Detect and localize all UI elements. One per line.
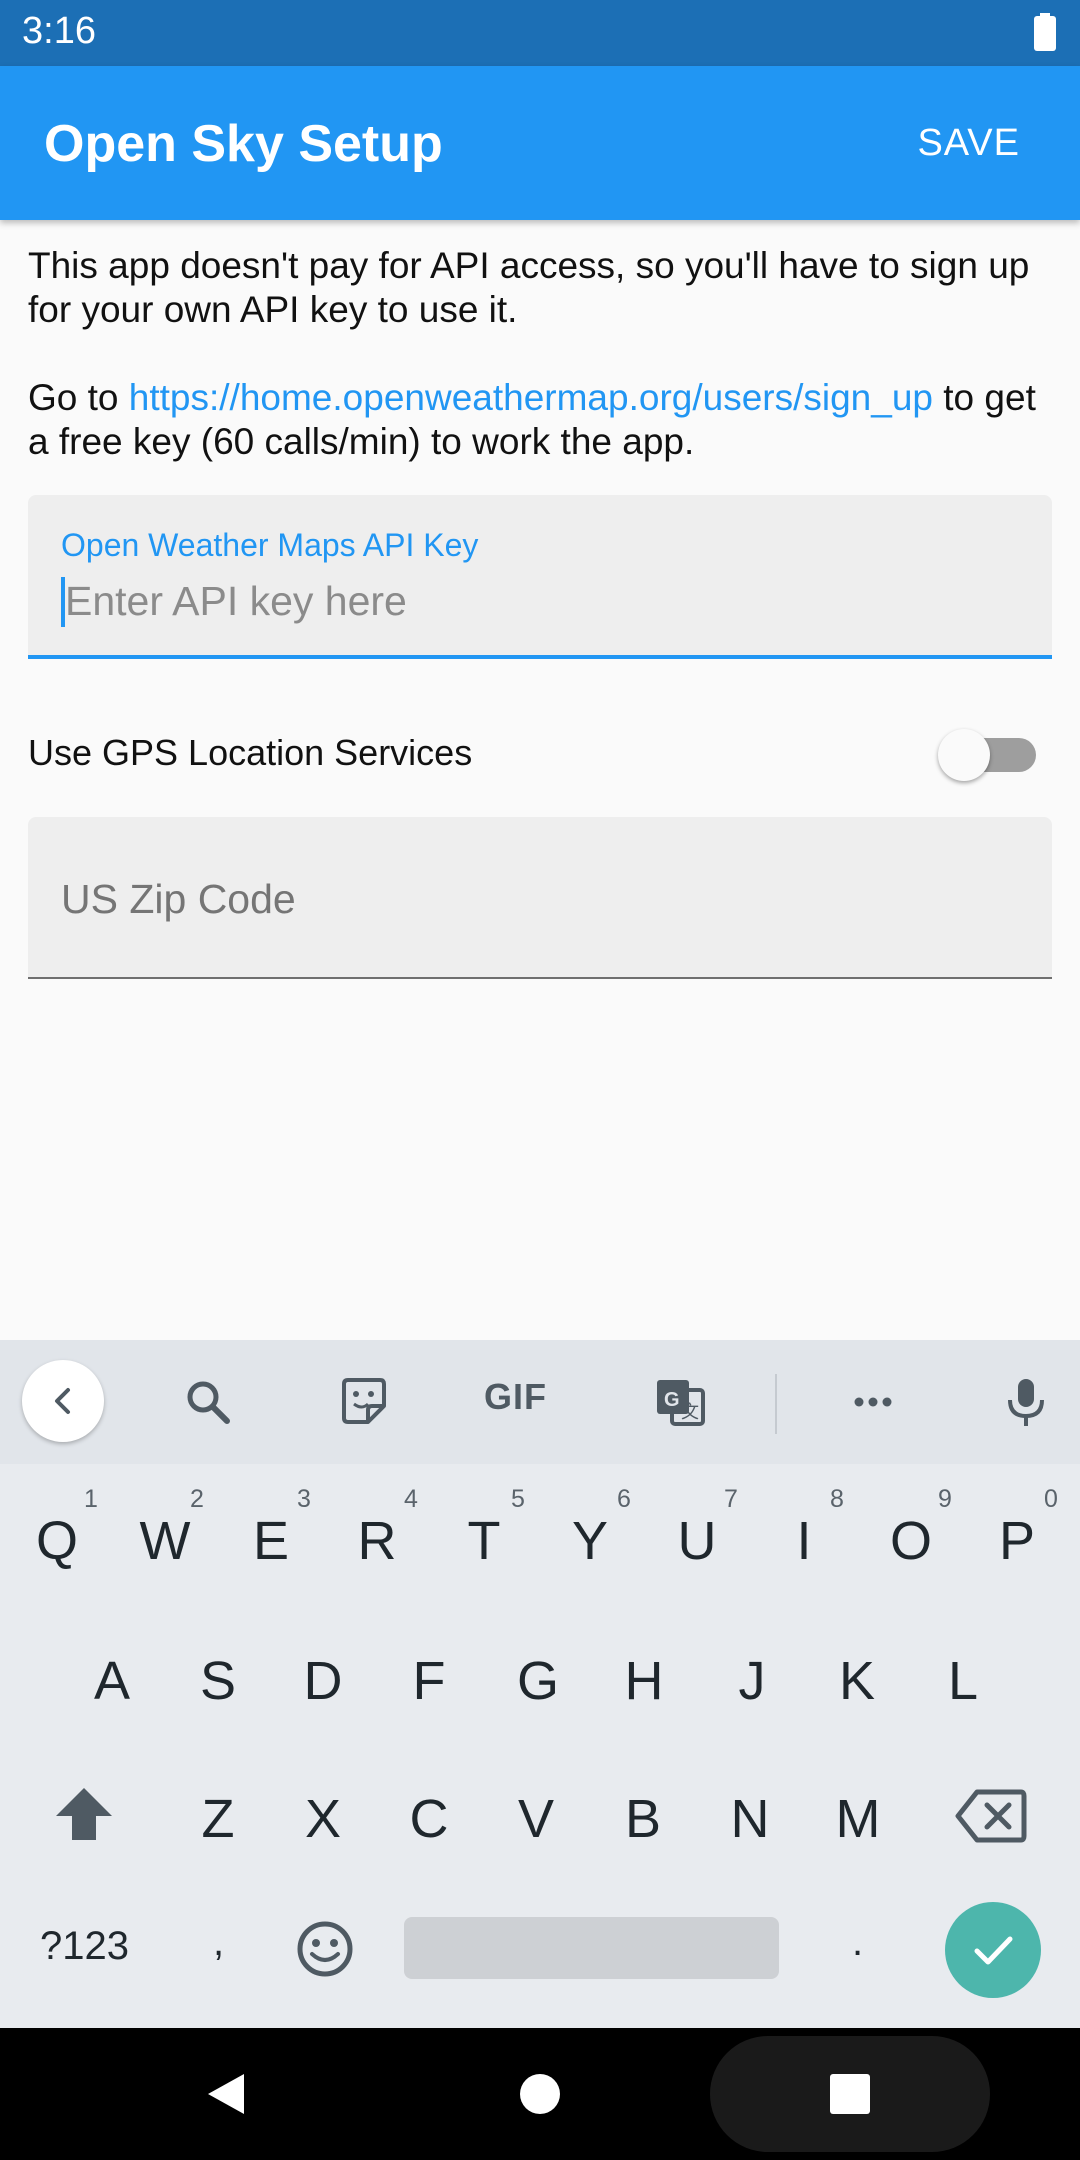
key-r[interactable]: R	[327, 1510, 427, 1572]
key-t-label: T	[467, 1511, 501, 1571]
gps-toggle[interactable]	[938, 729, 1042, 781]
key-d[interactable]: D	[273, 1650, 373, 1712]
key-s[interactable]: S	[168, 1650, 268, 1712]
key-n[interactable]: N	[700, 1788, 800, 1850]
zip-code-field[interactable]	[28, 817, 1052, 979]
key-o-hint: 9	[938, 1485, 952, 1513]
key-y-label: Y	[571, 1511, 609, 1571]
page-title: Open Sky Setup	[44, 115, 443, 173]
key-r-hint: 4	[404, 1485, 418, 1513]
shift-icon[interactable]	[52, 1784, 116, 1848]
key-o[interactable]: O	[861, 1510, 961, 1572]
app-bar: Open Sky Setup SAVE	[0, 66, 1080, 220]
key-p[interactable]: P	[967, 1510, 1067, 1572]
toolbar-divider	[775, 1374, 777, 1434]
key-q-hint: 1	[84, 1485, 98, 1513]
key-t[interactable]: T	[434, 1510, 534, 1572]
api-key-field[interactable]: Open Weather Maps API Key	[28, 495, 1052, 659]
check-icon	[974, 1936, 1013, 1965]
key-r-label: R	[357, 1511, 397, 1571]
key-f[interactable]: F	[379, 1650, 479, 1712]
key-j[interactable]: J	[702, 1650, 802, 1712]
intro-text: This app doesn't pay for API access, so …	[28, 244, 1058, 464]
key-q[interactable]: Q	[7, 1510, 107, 1572]
key-y-hint: 6	[617, 1485, 631, 1513]
key-k[interactable]: K	[807, 1650, 907, 1712]
key-w[interactable]: W	[115, 1510, 215, 1572]
battery-icon	[1034, 13, 1056, 51]
spacebar[interactable]	[404, 1917, 779, 1979]
search-icon[interactable]	[182, 1376, 234, 1428]
key-u-label: U	[677, 1511, 717, 1571]
mic-icon[interactable]	[1000, 1376, 1052, 1428]
key-u-hint: 7	[724, 1485, 738, 1513]
key-v[interactable]: V	[486, 1788, 586, 1850]
key-x[interactable]: X	[273, 1788, 373, 1850]
key-i-label: I	[796, 1511, 812, 1571]
key-u[interactable]: U	[647, 1510, 747, 1572]
gps-label: Use GPS Location Services	[28, 732, 473, 773]
enter-key[interactable]	[945, 1902, 1041, 1998]
intro-prefix: Go to	[28, 377, 129, 418]
zip-code-input[interactable]	[61, 869, 1021, 929]
comma-key[interactable]: ,	[213, 1920, 224, 1965]
more-icon[interactable]	[847, 1376, 899, 1428]
key-p-label: P	[998, 1511, 1036, 1571]
translate-icon[interactable]: G 文	[654, 1376, 706, 1428]
key-a[interactable]: A	[62, 1650, 162, 1712]
key-g[interactable]: G	[488, 1650, 588, 1712]
intro-paragraph-2: Go to https://home.openweathermap.org/us…	[28, 376, 1058, 464]
keyboard-toolbar: GIF G 文	[0, 1340, 1080, 1464]
svg-text:G: G	[664, 1389, 680, 1411]
key-i-hint: 8	[830, 1485, 844, 1513]
key-i[interactable]: I	[754, 1510, 854, 1572]
toggle-thumb	[938, 729, 990, 781]
signup-link[interactable]: https://home.openweathermap.org/users/si…	[129, 377, 933, 418]
api-key-label: Open Weather Maps API Key	[61, 527, 479, 563]
key-l[interactable]: L	[913, 1650, 1013, 1712]
period-key[interactable]: .	[852, 1920, 863, 1965]
save-button[interactable]: SAVE	[917, 122, 1020, 165]
key-c[interactable]: C	[379, 1788, 479, 1850]
key-z[interactable]: Z	[168, 1788, 268, 1850]
back-triangle-icon[interactable]	[204, 2070, 248, 2118]
key-q-label: Q	[35, 1511, 78, 1571]
key-o-label: O	[889, 1511, 932, 1571]
key-t-hint: 5	[511, 1485, 525, 1513]
gps-row: Use GPS Location Services	[28, 712, 1052, 792]
keyboard: GIF G 文 Q 1 W 2 E 3 R 4 T 5 Y 6 U 7 I 8 …	[0, 1340, 1080, 2028]
status-bar: 3:16	[0, 0, 1080, 66]
key-m[interactable]: M	[808, 1788, 908, 1850]
intro-paragraph-1: This app doesn't pay for API access, so …	[28, 245, 1030, 330]
svg-text:文: 文	[681, 1402, 699, 1422]
key-e-label: E	[252, 1511, 290, 1571]
key-b[interactable]: B	[593, 1788, 693, 1850]
key-h[interactable]: H	[594, 1650, 694, 1712]
back-arrow-icon[interactable]	[22, 1360, 104, 1442]
key-e-hint: 3	[297, 1485, 311, 1513]
status-time: 3:16	[22, 10, 96, 52]
key-e[interactable]: E	[221, 1510, 321, 1572]
symbols-key[interactable]: ?123	[40, 1924, 129, 1969]
home-circle-icon[interactable]	[518, 2072, 562, 2116]
emoji-icon[interactable]	[296, 1920, 354, 1978]
key-p-hint: 0	[1044, 1485, 1058, 1513]
key-y[interactable]: Y	[540, 1510, 640, 1572]
nav-bar	[0, 2028, 1080, 2160]
api-key-input[interactable]	[61, 573, 1025, 629]
text-cursor	[61, 577, 65, 627]
key-w-label: W	[139, 1511, 191, 1571]
backspace-icon[interactable]	[955, 1788, 1027, 1844]
sticker-icon[interactable]	[338, 1376, 390, 1428]
gif-icon[interactable]: GIF	[484, 1376, 547, 1418]
recents-square-icon[interactable]	[828, 2072, 872, 2116]
key-w-hint: 2	[190, 1485, 204, 1513]
